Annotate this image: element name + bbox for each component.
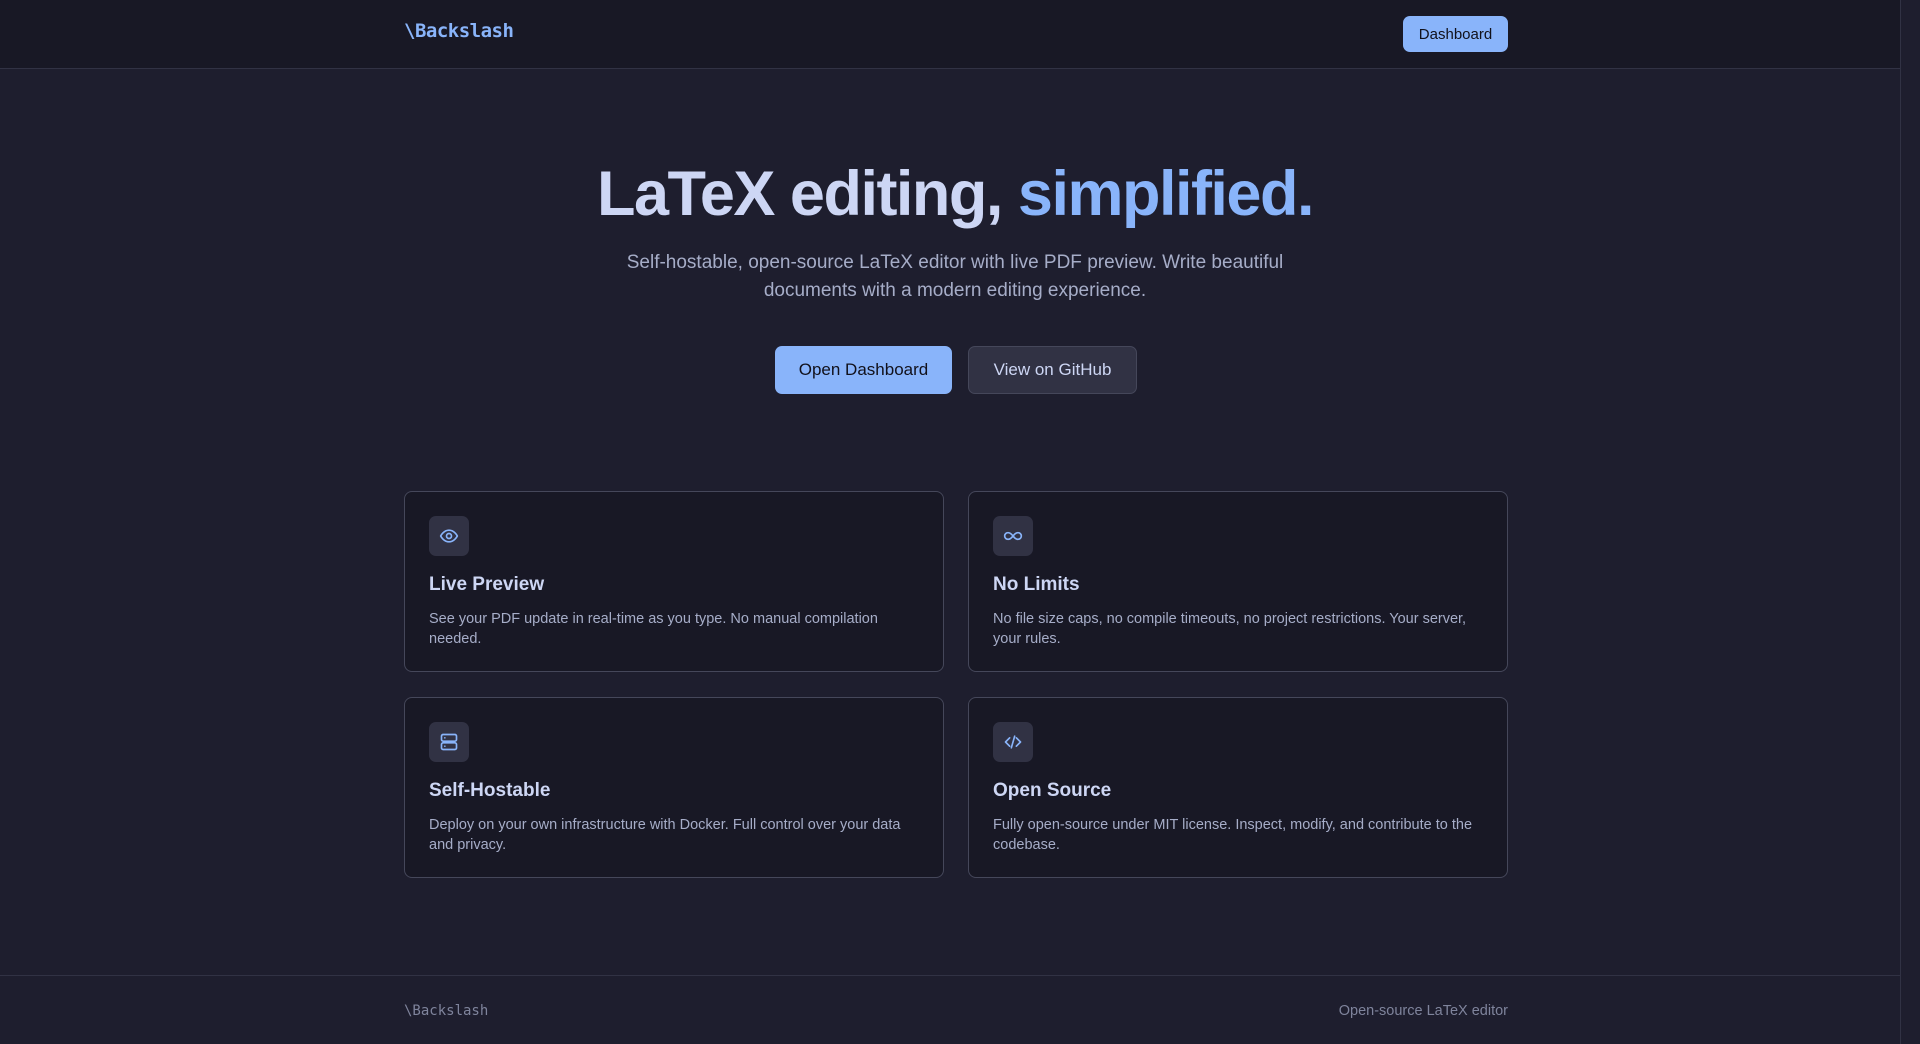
code-icon: [993, 722, 1033, 762]
eye-icon: [429, 516, 469, 556]
feature-card-no-limits: No Limits No file size caps, no compile …: [968, 491, 1508, 672]
feature-description: Fully open-source under MIT license. Ins…: [993, 817, 1473, 853]
top-nav: \Backslash Dashboard: [0, 0, 1900, 69]
hero-subtitle-line-1: Self-hostable, open-source LaTeX editor …: [626, 252, 1284, 273]
feature-description: Deploy on your own infrastructure with D…: [429, 817, 901, 853]
brand-logo[interactable]: \Backslash: [404, 20, 514, 42]
feature-card-self-hostable: Self-Hostable Deploy on your own infrast…: [404, 697, 944, 878]
dashboard-button[interactable]: Dashboard: [1403, 16, 1508, 52]
footer: \Backslash Open-source LaTeX editor: [0, 975, 1900, 1044]
hero-title: LaTeX editing, simplified.: [0, 158, 1910, 230]
feature-card-live-preview: Live Preview See your PDF update in real…: [404, 491, 944, 672]
feature-card-open-source: Open Source Fully open-source under MIT …: [968, 697, 1508, 878]
scrollbar[interactable]: [1900, 0, 1920, 1044]
server-icon: [429, 722, 469, 762]
open-dashboard-button[interactable]: Open Dashboard: [775, 346, 952, 394]
view-on-github-button[interactable]: View on GitHub: [968, 346, 1137, 394]
feature-description: No file size caps, no compile timeouts, …: [993, 611, 1467, 647]
footer-tagline: Open-source LaTeX editor: [1338, 1003, 1508, 1019]
hero-subtitle: Self-hostable, open-source LaTeX editor …: [0, 249, 1910, 305]
landing-page: \Backslash Dashboard LaTeX editing, simp…: [0, 0, 1900, 1044]
feature-title: Live Preview: [429, 574, 545, 595]
feature-title: Self-Hostable: [429, 780, 551, 801]
feature-description: See your PDF update in real-time as you …: [429, 611, 878, 647]
infinity-icon: [993, 516, 1033, 556]
footer-brand: \Backslash: [404, 1003, 489, 1019]
hero-title-accent: simplified.: [1017, 159, 1315, 229]
feature-title: No Limits: [993, 574, 1080, 595]
hero-title-main: LaTeX editing,: [597, 159, 1018, 229]
feature-title: Open Source: [993, 780, 1112, 801]
hero-subtitle-line-2: documents with a modern editing experien…: [763, 280, 1147, 301]
